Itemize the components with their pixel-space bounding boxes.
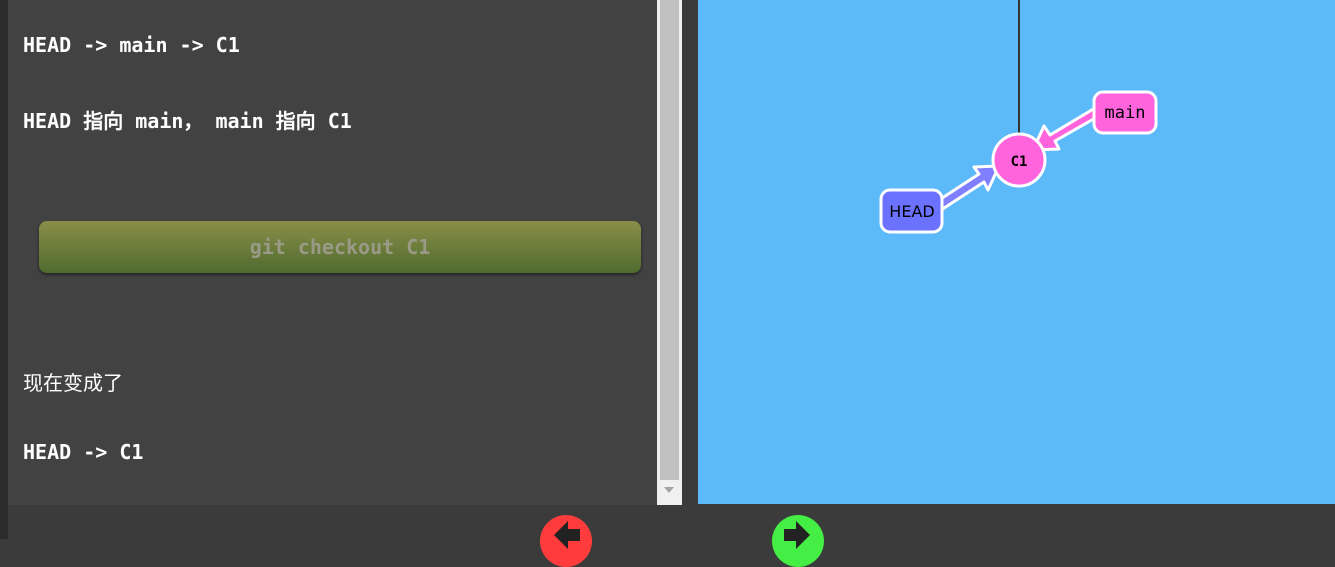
text-panel-scrollbar[interactable] (657, 0, 682, 505)
scroll-down-arrow-icon[interactable] (664, 487, 674, 493)
main-branch-label[interactable]: main (1092, 90, 1158, 135)
previous-button[interactable] (540, 515, 592, 567)
git-graph-svg: main HEAD C1 (879, 0, 1158, 234)
scrollbar-thumb[interactable] (660, 0, 679, 480)
next-button[interactable] (772, 515, 824, 567)
head-label[interactable]: HEAD (879, 188, 944, 234)
forward-arrow-icon (784, 521, 810, 549)
head-label-text: HEAD (889, 202, 934, 221)
text-head-c1: HEAD -> C1 (23, 440, 144, 464)
left-border (0, 0, 8, 539)
git-graph-canvas: main HEAD C1 (698, 0, 1335, 504)
commit-c1-node[interactable]: C1 (991, 132, 1047, 188)
back-arrow-icon (554, 521, 580, 549)
text-head-main-c1: HEAD -> main -> C1 (23, 33, 240, 57)
text-head-points-main: HEAD 指向 main， main 指向 C1 (23, 109, 352, 133)
text-now-becomes: 现在变成了 (23, 371, 123, 395)
git-checkout-command-button[interactable]: git checkout C1 (39, 221, 641, 273)
main-branch-text: main (1105, 103, 1146, 123)
tutorial-text-panel: HEAD -> main -> C1 HEAD 指向 main， main 指向… (8, 0, 657, 505)
commit-c1-label: C1 (1011, 154, 1028, 170)
